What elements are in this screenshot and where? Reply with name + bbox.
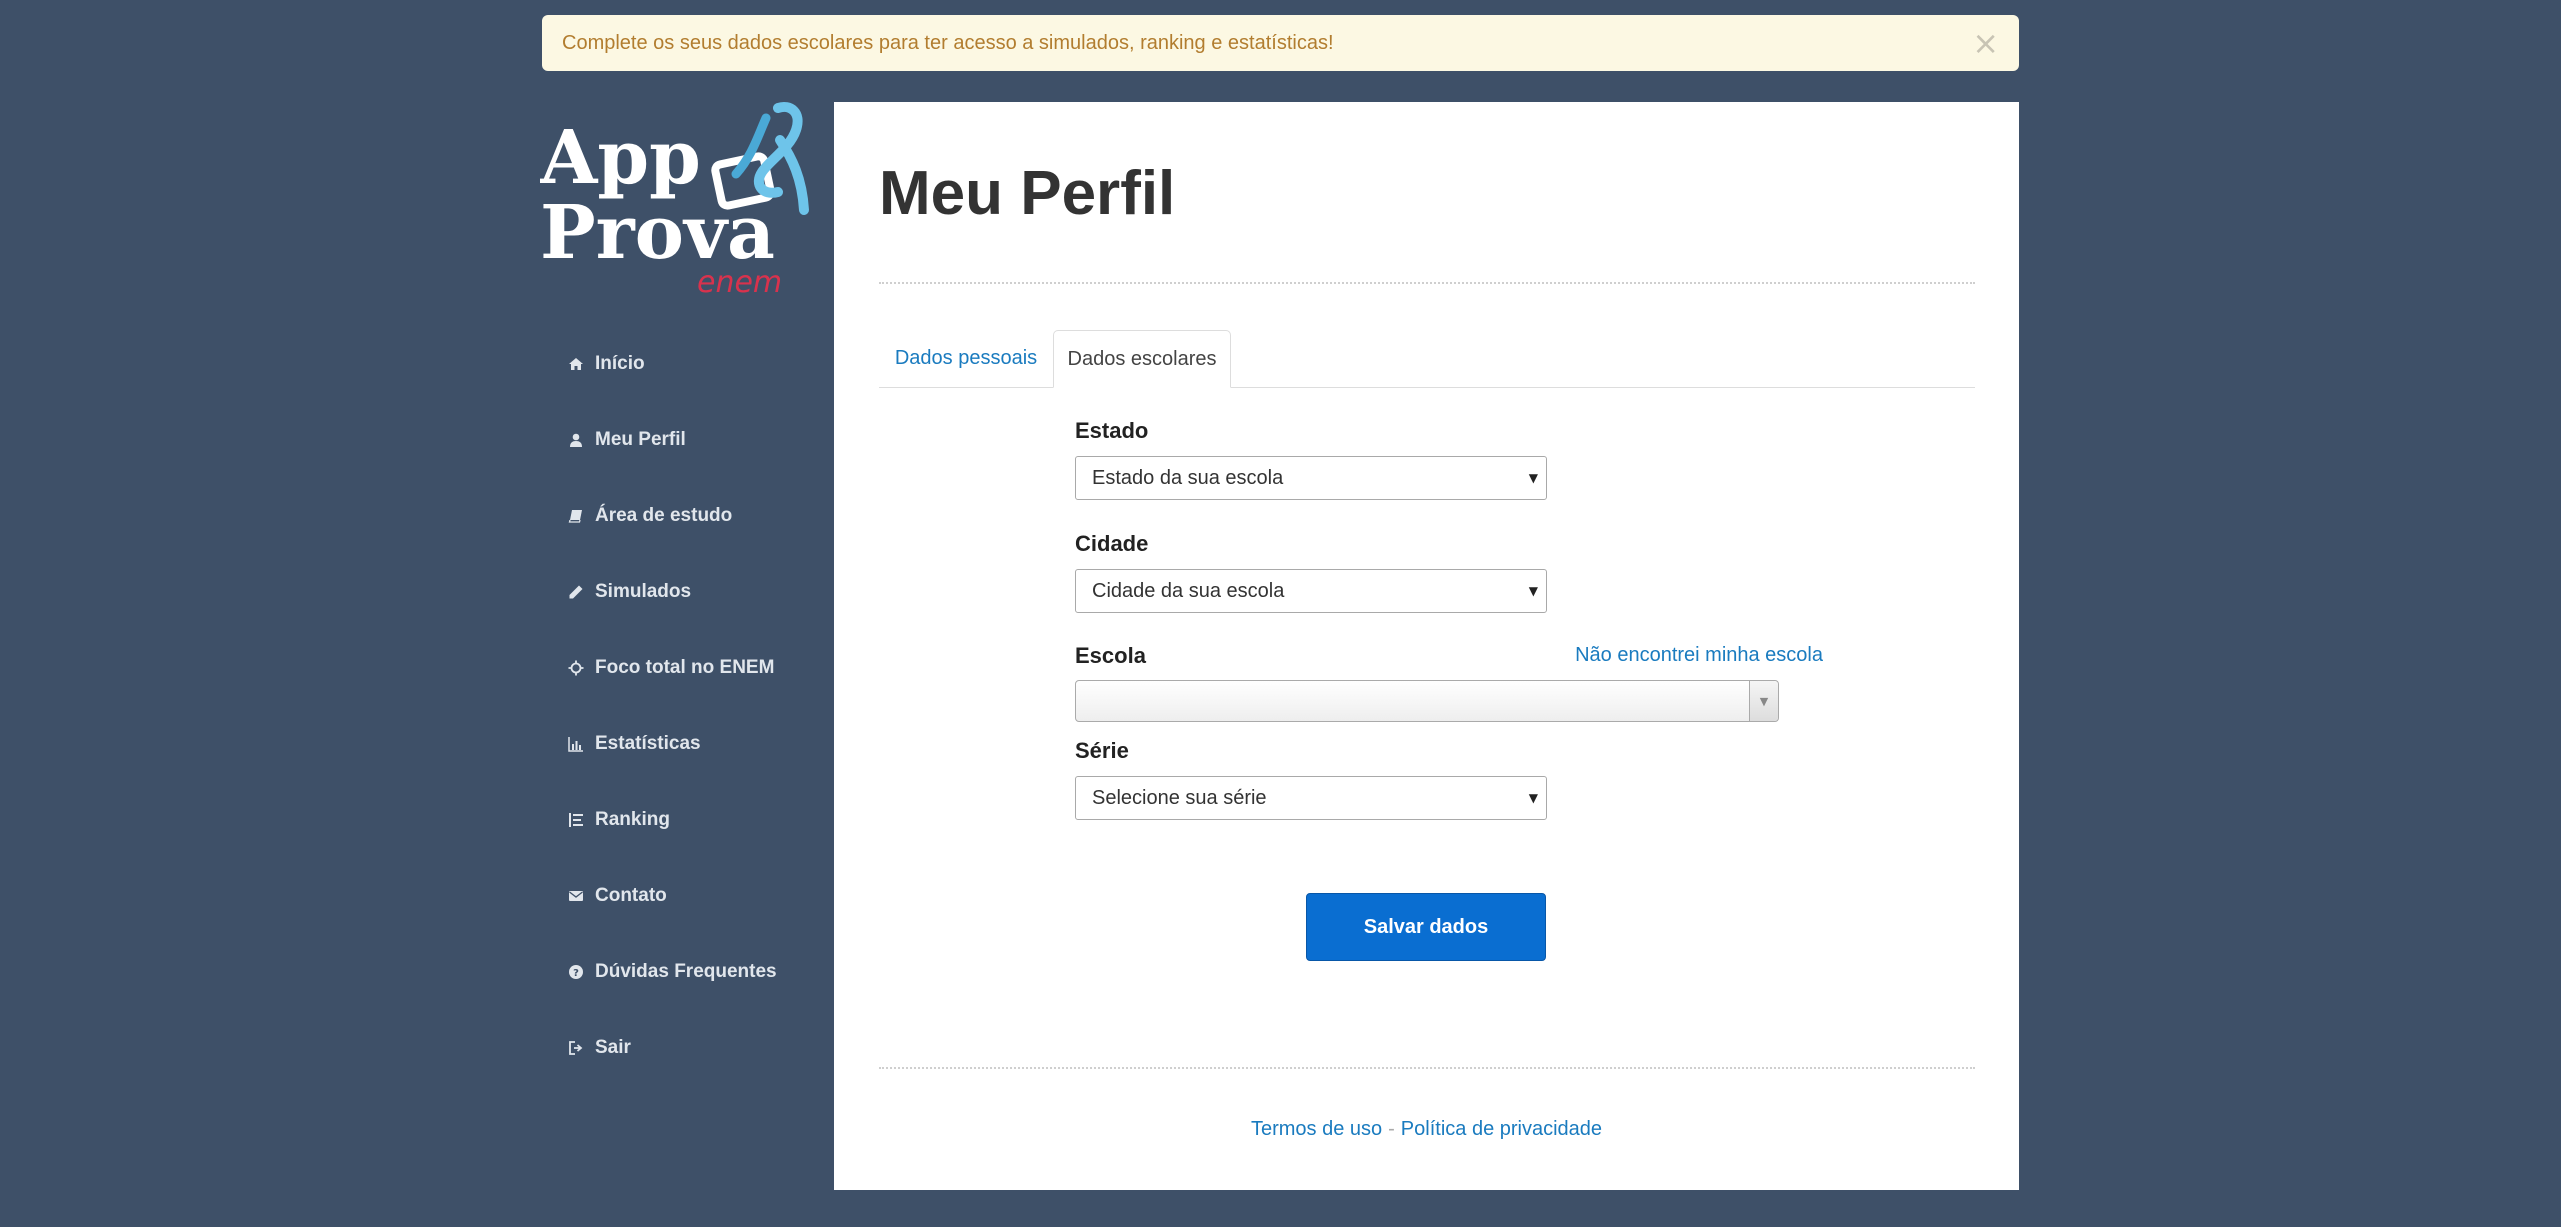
privacy-link[interactable]: Política de privacidade bbox=[1401, 1118, 1602, 1140]
envelope-icon bbox=[568, 888, 584, 904]
cidade-select-value: Cidade da sua escola bbox=[1092, 579, 1285, 602]
cidade-select[interactable]: Cidade da sua escola ▼ bbox=[1075, 569, 1547, 613]
profile-incomplete-alert: Complete os seus dados escolares para te… bbox=[542, 15, 2019, 71]
serie-label: Série bbox=[1075, 738, 1129, 763]
sidebar-item-contato[interactable]: Contato bbox=[568, 858, 777, 934]
save-button[interactable]: Salvar dados bbox=[1306, 893, 1546, 961]
logo-tagline: enem bbox=[697, 265, 782, 300]
tab-dados-pessoais[interactable]: Dados pessoais bbox=[879, 330, 1053, 387]
serie-select-value: Selecione sua série bbox=[1092, 786, 1267, 809]
sidebar-item-estatisticas[interactable]: Estatísticas bbox=[568, 706, 777, 782]
estado-label: Estado bbox=[1075, 418, 1149, 443]
main-content: Meu Perfil Dados pessoais Dados escolare… bbox=[834, 102, 2019, 1190]
book-icon bbox=[568, 508, 584, 524]
footer-divider bbox=[879, 1067, 1975, 1069]
profile-tabs: Dados pessoais Dados escolares bbox=[879, 330, 1975, 388]
estado-select[interactable]: Estado da sua escola ▼ bbox=[1075, 456, 1547, 500]
sidebar-item-area-de-estudo[interactable]: Área de estudo bbox=[568, 478, 777, 554]
terms-link[interactable]: Termos de uso bbox=[1251, 1118, 1382, 1140]
sidebar-item-label: Dúvidas Frequentes bbox=[595, 961, 777, 982]
tab-dados-escolares[interactable]: Dados escolares bbox=[1053, 330, 1231, 388]
pencil-icon bbox=[568, 584, 584, 600]
escola-not-found-link[interactable]: Não encontrei minha escola bbox=[1575, 644, 1823, 667]
sidebar-item-label: Ranking bbox=[595, 809, 670, 830]
chevron-down-icon: ▼ bbox=[1749, 681, 1778, 721]
logo-graphic: App Prova enem bbox=[539, 102, 809, 300]
svg-text:?: ? bbox=[573, 968, 579, 979]
title-divider bbox=[879, 282, 1975, 284]
sidebar-item-sair[interactable]: Sair bbox=[568, 1010, 777, 1086]
crosshairs-icon bbox=[568, 660, 584, 676]
cidade-label: Cidade bbox=[1075, 531, 1149, 556]
sidebar-item-label: Contato bbox=[595, 885, 667, 906]
sidebar-item-simulados[interactable]: Simulados bbox=[568, 554, 777, 630]
alert-message: Complete os seus dados escolares para te… bbox=[562, 31, 1334, 54]
bar-chart-icon bbox=[568, 736, 584, 752]
logo-line1: App bbox=[540, 115, 701, 201]
close-icon[interactable]: × bbox=[1972, 27, 1999, 59]
footer: Termos de uso - Política de privacidade bbox=[834, 1118, 2019, 1141]
user-icon bbox=[568, 432, 584, 448]
sidebar-item-label: Simulados bbox=[595, 581, 692, 602]
sidebar-item-ranking[interactable]: Ranking bbox=[568, 782, 777, 858]
footer-separator: - bbox=[1388, 1118, 1395, 1140]
chevron-down-icon: ▼ bbox=[1528, 584, 1538, 598]
sidebar-nav: Início Meu Perfil Área de estudo Simulad… bbox=[568, 326, 777, 1086]
sign-out-icon bbox=[568, 1040, 584, 1056]
sidebar-item-duvidas-frequentes[interactable]: ? Dúvidas Frequentes bbox=[568, 934, 777, 1010]
escola-label: Escola bbox=[1075, 643, 1146, 668]
home-icon bbox=[568, 356, 584, 372]
sidebar-item-label: Estatísticas bbox=[595, 733, 701, 754]
sidebar-item-label: Área de estudo bbox=[595, 505, 733, 526]
sidebar-item-label: Foco total no ENEM bbox=[595, 657, 775, 678]
chevron-down-icon: ▼ bbox=[1528, 471, 1538, 485]
app-prova-logo[interactable]: App Prova enem bbox=[539, 100, 810, 305]
escola-select[interactable]: ▼ bbox=[1075, 680, 1779, 722]
sidebar-item-meu-perfil[interactable]: Meu Perfil bbox=[568, 402, 777, 478]
sidebar-item-label: Início bbox=[595, 353, 645, 374]
sidebar-item-foco-total[interactable]: Foco total no ENEM bbox=[568, 630, 777, 706]
sidebar-item-label: Meu Perfil bbox=[595, 429, 686, 450]
serie-select[interactable]: Selecione sua série ▼ bbox=[1075, 776, 1547, 820]
page-title: Meu Perfil bbox=[879, 159, 1176, 228]
sidebar-item-label: Sair bbox=[595, 1037, 631, 1058]
question-circle-icon: ? bbox=[568, 964, 584, 980]
estado-select-value: Estado da sua escola bbox=[1092, 466, 1284, 489]
chevron-down-icon: ▼ bbox=[1528, 791, 1538, 805]
sidebar-item-inicio[interactable]: Início bbox=[568, 326, 777, 402]
list-ordered-icon bbox=[568, 812, 584, 828]
